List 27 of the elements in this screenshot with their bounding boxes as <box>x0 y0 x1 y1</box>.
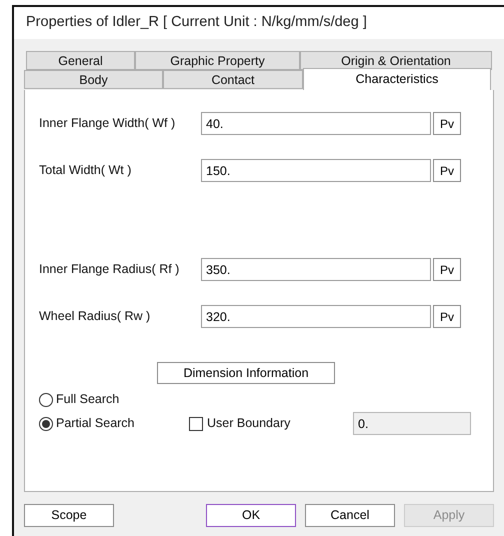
radio-button[interactable] <box>39 416 53 430</box>
radio-label[interactable]: Partial Search <box>56 414 189 433</box>
window-title: Properties of Idler_R [ Current Unit : N/kg/mm/s/deg ] <box>26 13 367 32</box>
input-field[interactable]: 320. <box>201 305 431 328</box>
input-field[interactable]: 150. <box>201 159 431 182</box>
field-label: Inner Flange Radius( Rf ) <box>38 261 180 278</box>
pv-button[interactable]: Pv <box>433 159 461 182</box>
dialog-button[interactable]: Cancel <box>305 504 395 527</box>
pv-button[interactable]: Pv <box>433 305 461 328</box>
input-field[interactable]: 350. <box>201 258 431 281</box>
tab[interactable]: Contact <box>163 70 303 89</box>
tab[interactable]: General <box>26 51 135 70</box>
tab[interactable]: Body <box>24 70 163 89</box>
field-label: Inner Flange Width( Wf ) <box>38 115 176 132</box>
pv-button[interactable]: Pv <box>433 258 461 281</box>
radio-button[interactable] <box>39 392 53 406</box>
dialog-button[interactable]: Scope <box>24 504 114 527</box>
tab[interactable]: Origin & Orientation <box>300 51 492 70</box>
tab[interactable]: Graphic Property <box>135 51 300 70</box>
dimension-information-button[interactable]: Dimension Information <box>157 362 335 384</box>
pv-button[interactable]: Pv <box>433 112 461 135</box>
dialog-button[interactable]: OK <box>206 504 296 527</box>
field-label: Total Width( Wt ) <box>38 162 132 180</box>
input-field[interactable]: 40. <box>201 112 431 135</box>
radio-label[interactable]: Full Search <box>56 390 189 409</box>
field-label: Wheel Radius( Rw ) <box>38 308 152 326</box>
tab[interactable]: Characteristics <box>303 68 491 90</box>
